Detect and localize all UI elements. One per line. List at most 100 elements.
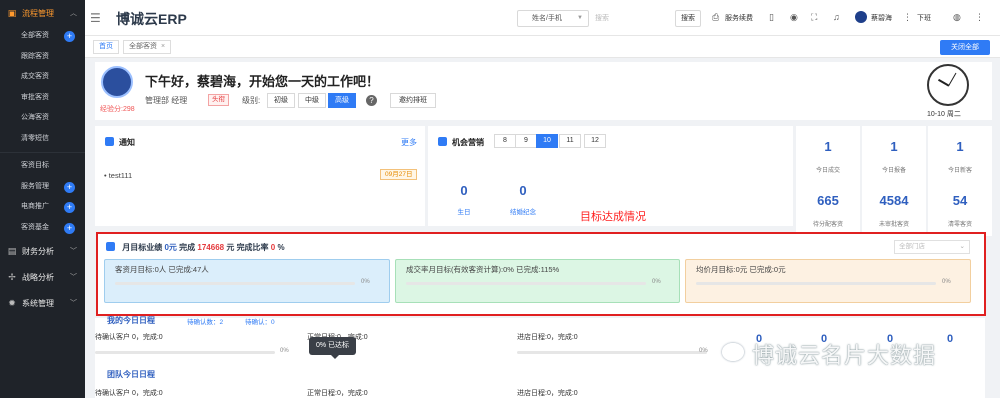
- store-select[interactable]: 全部门店 ⌄: [894, 240, 970, 254]
- sidebar-item-all-leads[interactable]: 全部客资 +: [0, 26, 85, 47]
- stat-unapproved[interactable]: 4584 未审批客资: [862, 180, 926, 236]
- level-senior-button[interactable]: 高级: [328, 93, 356, 108]
- month-12-button[interactable]: 12: [584, 134, 606, 148]
- month-8-button[interactable]: 8: [494, 134, 516, 148]
- sidebar-item-approval[interactable]: 审批客资: [0, 88, 85, 109]
- sidebar-item-service[interactable]: 服务管理 +: [0, 177, 85, 198]
- stat-today-new[interactable]: 1 今日新客: [928, 126, 992, 182]
- progress-percent: 0%: [280, 348, 289, 354]
- notice-item[interactable]: • test111: [104, 171, 132, 180]
- stat-value: 1: [824, 139, 832, 154]
- sidebar-group-finance[interactable]: ▤ 财务分析 ﹀: [0, 238, 85, 264]
- stat-today-deals[interactable]: 1 今日成交: [796, 126, 860, 182]
- tab-all-leads[interactable]: 全部客资 ×: [123, 40, 172, 54]
- store-select-value: 全部门店: [899, 243, 925, 250]
- store-visit-schedule[interactable]: 进店日程:0，完成:0: [517, 332, 578, 342]
- menu-icon[interactable]: ☰: [90, 11, 101, 25]
- watermark-text: 博诚云名片大数据: [752, 343, 937, 368]
- month-9-button[interactable]: 9: [515, 134, 537, 148]
- level-junior-button[interactable]: 初级: [267, 93, 295, 108]
- sidebar-group-process[interactable]: ▣ 流程管理 ︿: [0, 0, 85, 26]
- bell-icon[interactable]: ♫: [833, 12, 840, 22]
- pending-customers[interactable]: 待确认客户 0，完成:0: [95, 332, 163, 342]
- sidebar-divider: [0, 152, 85, 153]
- sidebar-item-fund[interactable]: 客资基金 +: [0, 218, 85, 239]
- sidebar-item-tracking[interactable]: 跟踪客资: [0, 47, 85, 68]
- sidebar-group-strategy[interactable]: ✢ 战略分析 ﹀: [0, 264, 85, 290]
- sidebar-item-label: 成交客资: [21, 73, 49, 80]
- fullscreen-icon[interactable]: ⛶: [811, 12, 817, 23]
- rank-badge: 头衔: [208, 94, 229, 106]
- level-label: 级别:: [242, 96, 261, 105]
- team-store-visit-schedule[interactable]: 进店日程:0，完成:0: [517, 388, 578, 398]
- marketing-title-text: 机会营销: [452, 138, 484, 147]
- tab-bar: 首页 全部客资 × 关闭全部: [85, 36, 1000, 58]
- department-role: 管理部 经理: [145, 96, 188, 105]
- tab-home[interactable]: 首页: [93, 40, 119, 54]
- search-field-select[interactable]: 姓名/手机 ▼: [517, 10, 589, 27]
- month-11-button[interactable]: 11: [559, 134, 581, 148]
- more-link[interactable]: 更多: [401, 137, 417, 148]
- help-icon[interactable]: ?: [366, 95, 377, 106]
- globe-icon[interactable]: ◍: [953, 12, 961, 23]
- my-schedule-confirmed[interactable]: 待确认：0: [245, 316, 275, 326]
- add-icon[interactable]: +: [64, 222, 75, 234]
- sidebar-item-closed[interactable]: 成交客资: [0, 67, 85, 88]
- sidebar-group-label: 战略分析: [22, 272, 54, 282]
- team-schedule-title: 团队今日日程: [107, 370, 155, 379]
- sidebar-group-label: 系统管理: [22, 298, 54, 308]
- avg-price-target-box: 均价月目标:0元 已完成:0元 0%: [685, 259, 971, 303]
- search-button[interactable]: 搜索: [675, 10, 701, 27]
- sidebar-group-system[interactable]: ✹ 系统管理 ﹀: [0, 290, 85, 316]
- close-icon[interactable]: ×: [161, 43, 165, 50]
- my-schedule-pending[interactable]: 待确认数：2: [187, 316, 223, 326]
- sidebar-item-clear-sms[interactable]: 清零短信: [0, 129, 85, 150]
- user-name[interactable]: 蔡碧海: [871, 13, 892, 23]
- search-input[interactable]: 搜索: [593, 10, 668, 27]
- sidebar-item-ecommerce[interactable]: 电商推广 +: [0, 197, 85, 218]
- conversion-target-text: 成交率月目标(有效客资计算):0% 已完成:115%: [406, 265, 560, 274]
- stat-today-reports[interactable]: 1 今日报备: [862, 126, 926, 182]
- lead-target-box: 客资月目标:0人 已完成:47人 0%: [104, 259, 390, 303]
- avatar[interactable]: [101, 66, 133, 98]
- more-vertical-icon[interactable]: ⋮: [903, 12, 912, 23]
- progress-percent: 0%: [652, 279, 661, 285]
- greeting-text: 下午好，蔡碧海，开始您一天的工作吧！: [145, 74, 380, 89]
- target-value: 0元: [164, 243, 177, 252]
- birthday-count[interactable]: 0: [439, 183, 489, 198]
- phone-icon[interactable]: ▯: [769, 12, 774, 23]
- service-fee-link[interactable]: 服务续费: [725, 13, 753, 23]
- stat-label: 今日报备: [881, 168, 906, 174]
- notice-title-text: 通知: [119, 138, 135, 147]
- printer-icon[interactable]: ⎙: [712, 12, 719, 23]
- record-icon[interactable]: ◉: [790, 12, 798, 23]
- process-icon: ▣: [7, 8, 17, 18]
- add-icon[interactable]: +: [64, 181, 75, 193]
- add-icon[interactable]: +: [64, 31, 75, 42]
- month-10-button[interactable]: 10: [536, 134, 558, 148]
- sidebar-item-lead-targets[interactable]: 客资目标: [0, 156, 85, 177]
- more-vertical-icon[interactable]: ⋮: [975, 12, 984, 23]
- close-all-button[interactable]: 关闭全部: [940, 40, 990, 55]
- stat-cleared[interactable]: 54 清零客资: [928, 180, 992, 236]
- progress-tooltip: 0% 已达标: [309, 337, 357, 359]
- sidebar-item-public-pool[interactable]: 公海客资: [0, 108, 85, 129]
- done-label: 完成: [179, 243, 196, 252]
- chevron-down-icon: ﹀: [70, 274, 77, 281]
- stat-unassigned[interactable]: 665 待分配客资: [796, 180, 860, 236]
- stat-value: 4584: [879, 193, 909, 208]
- conversion-target-box: 成交率月目标(有效客资计算):0% 已完成:115% 0%: [395, 259, 680, 303]
- clock-minute-hand: [948, 72, 957, 87]
- team-pending-customers[interactable]: 待确认客户 0，完成:0: [95, 388, 163, 398]
- level-middle-button[interactable]: 中级: [298, 93, 326, 108]
- add-icon[interactable]: +: [64, 202, 75, 213]
- team-normal-schedule[interactable]: 正常日程:0，完成:0: [307, 388, 368, 398]
- avatar[interactable]: [855, 11, 867, 23]
- unit-label: 元: [226, 243, 235, 252]
- notice-title: 通知: [105, 137, 135, 148]
- invite-schedule-button[interactable]: 邀约排班: [390, 93, 436, 108]
- progress-bar: [95, 351, 275, 354]
- anniversary-count[interactable]: 0: [498, 183, 548, 198]
- logout-link[interactable]: 下班: [917, 13, 931, 23]
- stat-label: 今日成交: [815, 168, 840, 174]
